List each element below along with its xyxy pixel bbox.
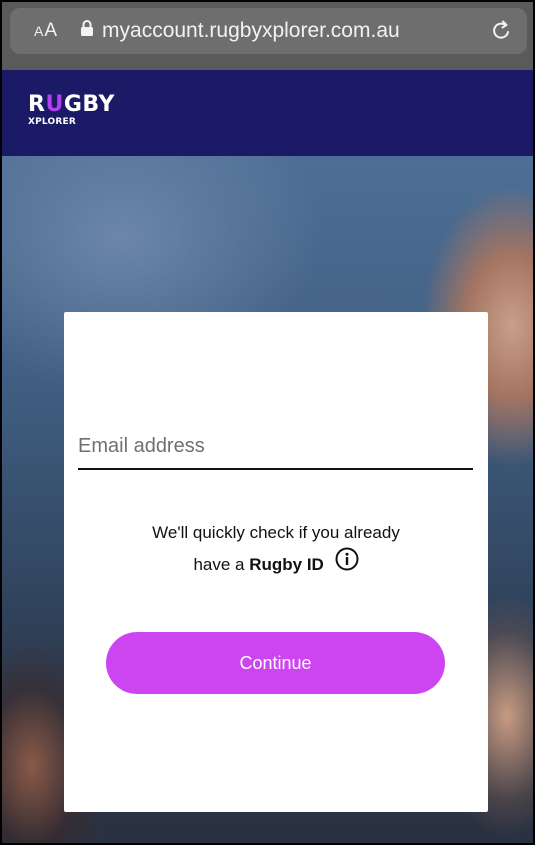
text-size-large-glyph: A	[44, 20, 59, 41]
helper-text: We'll quickly check if you already have …	[64, 517, 488, 582]
url-text[interactable]: myaccount.rugbyxplorer.com.au	[102, 19, 400, 43]
lock-icon	[80, 19, 94, 42]
logo-subtitle: XPLORER	[28, 117, 77, 127]
login-card: We'll quickly check if you already have …	[64, 312, 488, 812]
helper-prefix: have a	[193, 555, 245, 574]
helper-line-1: We'll quickly check if you already	[152, 523, 400, 542]
logo-letter-u: U	[45, 92, 64, 117]
text-size-button[interactable]: AA	[34, 20, 58, 42]
rugby-id-label: Rugby ID	[249, 555, 324, 574]
address-bar[interactable]: AA myaccount.rugbyxplorer.com.au	[10, 8, 527, 54]
info-icon[interactable]	[335, 547, 359, 582]
browser-toolbar: AA myaccount.rugbyxplorer.com.au	[2, 2, 533, 70]
helper-line-2: have a Rugby ID	[64, 547, 488, 582]
rugby-xplorer-logo[interactable]: RUGBY XPLORER	[28, 94, 115, 127]
email-field[interactable]	[78, 424, 473, 470]
reload-icon[interactable]	[491, 19, 513, 48]
logo-letters-gby: GBY	[63, 92, 115, 117]
page-frame: AA myaccount.rugbyxplorer.com.au RUGBY X…	[0, 0, 535, 845]
logo-wordmark: RUGBY	[28, 94, 115, 116]
continue-button[interactable]: Continue	[106, 632, 445, 694]
logo-letter-r: R	[28, 92, 46, 117]
text-size-small-glyph: A	[34, 23, 45, 39]
site-header: RUGBY XPLORER	[2, 70, 533, 156]
